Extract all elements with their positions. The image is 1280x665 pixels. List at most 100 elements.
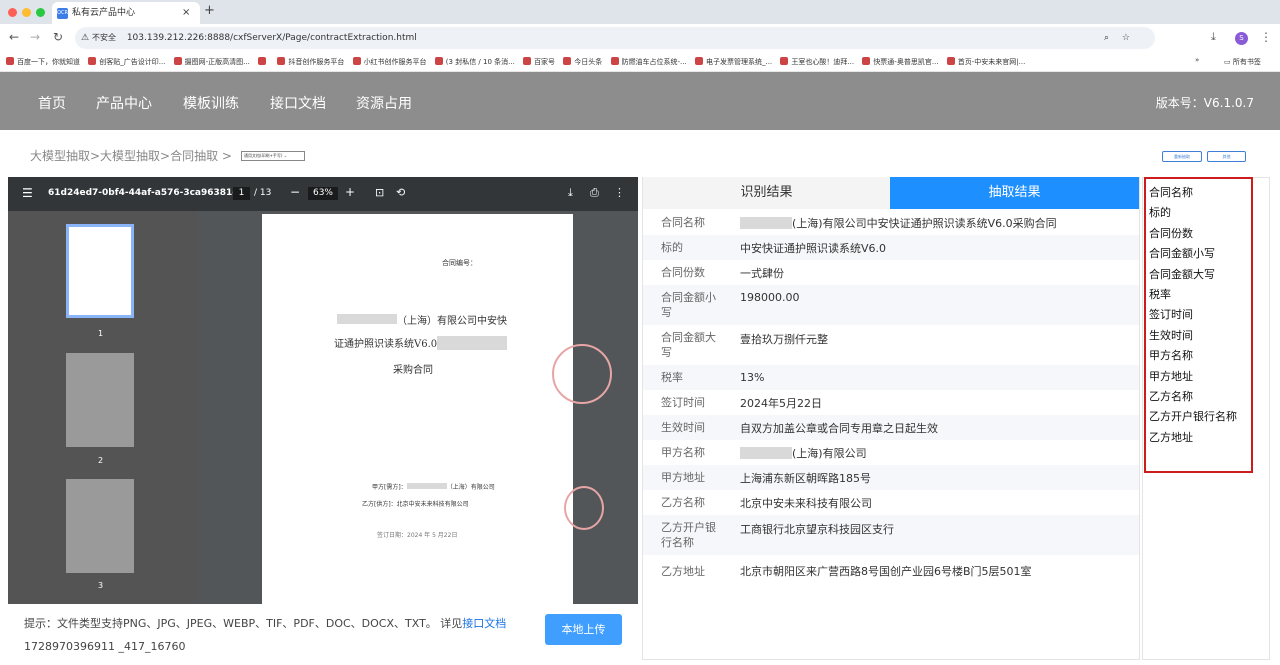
bookmark-item[interactable]: 小红书创作服务平台	[352, 53, 427, 71]
reextract-button[interactable]: 重新抽取	[1162, 151, 1202, 162]
bookmark-star-icon[interactable]: ☆	[1122, 27, 1130, 49]
bookmark-item[interactable]: 快票通-奥普思凯官...	[862, 53, 939, 71]
browser-tab[interactable]: OCR 私有云产品中心 ×	[52, 2, 200, 24]
rotate-icon[interactable]: ⟲	[396, 186, 405, 199]
browser-tab-bar: OCR 私有云产品中心 × +	[0, 0, 1280, 24]
field-item: 乙方名称	[1149, 389, 1193, 403]
bookmark-icon	[434, 57, 443, 65]
redacted-block	[406, 483, 447, 489]
bookmark-item[interactable]: 电子发票管理系统_...	[694, 53, 772, 71]
seal-stamp	[552, 344, 612, 404]
bookmark-item[interactable]: 摄图网-正版高清图...	[173, 53, 250, 71]
bookmark-item[interactable]: 创客贴_广告设计印...	[88, 53, 165, 71]
result-value: 中安快证通护照识读系统V6.0	[740, 241, 887, 255]
address-bar[interactable]: ⚠ 不安全 103.139.212.226:8888/cxfServerX/Pa…	[75, 27, 1155, 49]
close-window-button[interactable]	[8, 8, 17, 17]
result-row: 合同金额小写 198000.00	[643, 285, 1139, 325]
result-row: 合同名称 (上海)有限公司中安快证通护照识读系统V6.0采购合同	[643, 210, 1139, 235]
bookmark-item[interactable]: 防燃油车占位系统-...	[610, 53, 687, 71]
result-value: 13%	[740, 371, 765, 384]
result-row: 乙方开户银行名称 工商银行北京望京科技园区支行	[643, 515, 1139, 555]
nav-api-docs[interactable]: 接口文档	[270, 93, 326, 113]
result-value: 北京市朝阳区来广营西路8号国创产业园6号楼B门5层501室	[740, 565, 1032, 578]
pdf-page-view[interactable]: 合同编号： （上海）有限公司中安快 证通护照识读系统V6.0 采购合同 甲方[需…	[196, 211, 638, 604]
back-icon[interactable]: ←	[9, 30, 19, 44]
bookmark-item[interactable]: 王室也心酸！迪拜...	[780, 53, 854, 71]
bookmark-item[interactable]: 今日头条	[563, 53, 602, 71]
url-text: 103.139.212.226:8888/cxfServerX/Page/con…	[126, 33, 417, 43]
bookmark-icon	[523, 57, 532, 65]
redacted-block	[337, 314, 397, 324]
download-icon[interactable]: ⤓	[568, 186, 573, 200]
api-docs-link[interactable]: 接口文档	[462, 617, 506, 630]
result-row: 标的 中安快证通护照识读系统V6.0	[643, 235, 1139, 260]
reload-icon[interactable]: ↻	[53, 30, 63, 44]
doc-type-select[interactable]: 通用文档(印刷+手写) ⌄	[241, 151, 305, 161]
nav-product-center[interactable]: 产品中心	[96, 93, 152, 113]
tab-recognition-result[interactable]: 识别结果	[643, 177, 890, 209]
chevron-down-icon: ⌄	[283, 153, 288, 158]
bookmarks-bar: 百度一下，你就知道 创客贴_广告设计印... 摄图网-正版高清图... 抖音创作…	[0, 53, 1280, 72]
browser-menu-icon[interactable]: ⋮	[1260, 30, 1272, 44]
sidebar-menu-icon[interactable]: ☰	[22, 186, 33, 200]
nav-home[interactable]: 首页	[38, 93, 66, 113]
page-thumbnail[interactable]	[66, 224, 134, 318]
bookmark-item[interactable]: (3 封私信 / 10 条消...	[434, 53, 515, 71]
profile-avatar[interactable]: S	[1235, 32, 1248, 45]
result-key: 合同名称	[661, 216, 705, 229]
field-item: 甲方地址	[1149, 369, 1193, 383]
result-key: 税率	[661, 371, 683, 384]
maximize-window-button[interactable]	[36, 8, 45, 17]
pdf-thumbnails: 1 2 3	[8, 211, 196, 604]
contract-title-line3: 采购合同	[393, 365, 433, 376]
bookmarks-more-button[interactable]: »	[1195, 56, 1199, 64]
result-row: 合同份数 一式肆份	[643, 260, 1139, 285]
result-key: 签订时间	[661, 396, 705, 409]
all-bookmarks-folder[interactable]: ▭ 所有书签	[1224, 57, 1261, 67]
sign-date-line: 签订日期：2024 年 5 月22日	[377, 532, 458, 539]
minimize-window-button[interactable]	[22, 8, 31, 17]
bookmark-icon	[277, 57, 286, 65]
zoom-in-icon[interactable]: +	[345, 185, 355, 199]
zoom-input[interactable]: 63%	[308, 187, 338, 200]
fit-page-icon[interactable]: ⊡	[375, 186, 384, 199]
page-number-input[interactable]: 1	[233, 187, 250, 200]
bookmark-item[interactable]: 抖音创作服务平台	[277, 53, 344, 71]
result-row: 合同金额大写 壹拾玖万捌仟元整	[643, 325, 1139, 365]
nav-template-training[interactable]: 模板训练	[183, 93, 239, 113]
new-tab-icon[interactable]: +	[204, 3, 215, 18]
forward-icon[interactable]: →	[30, 30, 40, 44]
party-b-line: 乙方[供方]：北京中安未来科技有限公司	[362, 501, 469, 508]
zoom-out-icon[interactable]: −	[290, 185, 300, 199]
insecure-label: 不安全	[91, 33, 116, 42]
bookmark-icon	[6, 57, 14, 65]
bookmark-item[interactable]: 首页-中安未来官网|...	[946, 53, 1025, 71]
other-button[interactable]: 其他	[1207, 151, 1246, 162]
download-icon[interactable]: ⤓	[1211, 30, 1216, 44]
nav-resource-usage[interactable]: 资源占用	[356, 93, 412, 113]
bookmark-item[interactable]: 百度一下，你就知道	[6, 53, 80, 71]
result-value: (上海)有限公司	[723, 445, 1139, 461]
local-upload-button[interactable]: 本地上传	[545, 614, 622, 645]
more-options-icon[interactable]: ⋮	[614, 186, 625, 199]
result-key: 合同金额小写	[661, 291, 716, 319]
thumbnail-number: 2	[98, 456, 104, 465]
result-key: 乙方名称	[661, 496, 705, 509]
page-thumbnail[interactable]	[66, 479, 134, 573]
pdf-page: 合同编号： （上海）有限公司中安快 证通护照识读系统V6.0 采购合同 甲方[需…	[262, 214, 612, 604]
page-thumbnail[interactable]	[66, 353, 134, 447]
zoom-icon[interactable]: ⌕	[1104, 27, 1109, 49]
warning-icon: ⚠	[81, 33, 90, 43]
result-key: 生效时间	[661, 421, 705, 434]
tab-close-icon[interactable]: ×	[182, 2, 190, 24]
bookmark-item[interactable]	[258, 53, 269, 71]
field-item: 标的	[1149, 206, 1171, 220]
print-icon[interactable]: ⎙	[590, 186, 599, 200]
bookmark-icon	[88, 57, 97, 65]
field-item: 税率	[1149, 287, 1171, 301]
bookmark-item[interactable]: 百家号	[523, 53, 555, 71]
result-value: 北京中安未来科技有限公司	[740, 496, 872, 510]
tab-extraction-result[interactable]: 抽取结果	[890, 177, 1139, 209]
bookmark-icon	[694, 57, 703, 65]
field-item: 合同份数	[1149, 226, 1193, 240]
